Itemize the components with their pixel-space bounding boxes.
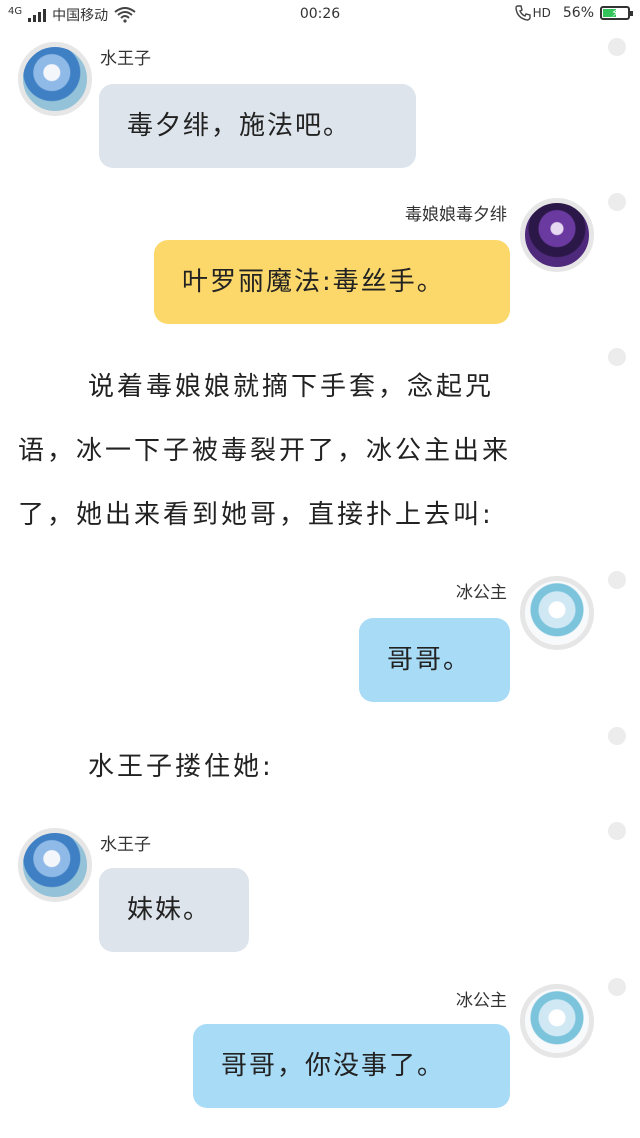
avatar[interactable]: [18, 42, 92, 116]
message-bubble[interactable]: 妹妹。: [99, 868, 249, 952]
status-right: HD 56% ⚡: [514, 5, 633, 21]
narration-line: 说着毒娘娘就摘下手套，念起咒: [88, 372, 495, 402]
narration-line: 了，她出来看到她哥，直接扑上去叫:: [18, 500, 494, 530]
select-dot[interactable]: [608, 571, 626, 589]
hd-badge: HD: [532, 6, 551, 20]
phone-call-icon: [514, 5, 531, 21]
avatar[interactable]: [520, 984, 594, 1058]
battery-percent: 56%: [562, 5, 594, 21]
narration-line: 语，冰一下子被毒裂开了，冰公主出来: [18, 436, 512, 466]
select-dot[interactable]: [608, 822, 626, 840]
select-dot[interactable]: [608, 727, 626, 745]
message-bubble[interactable]: 叶罗丽魔法:毒丝手。: [154, 240, 510, 324]
sender-name: 冰公主: [456, 583, 507, 603]
sender-name: 水王子: [100, 835, 151, 855]
select-dot[interactable]: [608, 348, 626, 366]
charging-icon: ⚡: [611, 6, 620, 20]
battery-icon: ⚡: [600, 6, 633, 20]
avatar[interactable]: [18, 828, 92, 902]
avatar[interactable]: [520, 576, 594, 650]
sender-name: 冰公主: [456, 991, 507, 1011]
status-bar: 4G 中国移动 00:26 HD 56% ⚡: [0, 0, 640, 30]
select-dot[interactable]: [608, 978, 626, 996]
sender-name: 毒娘娘毒夕绯: [405, 205, 507, 225]
sender-name: 水王子: [100, 49, 151, 69]
avatar[interactable]: [520, 198, 594, 272]
message-bubble[interactable]: 毒夕绯，施法吧。: [99, 84, 416, 168]
message-bubble[interactable]: 哥哥，你没事了。: [193, 1024, 510, 1108]
narration-line: 水王子搂住她:: [88, 752, 274, 782]
select-dot[interactable]: [608, 38, 626, 56]
select-dot[interactable]: [608, 193, 626, 211]
message-bubble[interactable]: 哥哥。: [359, 618, 510, 702]
